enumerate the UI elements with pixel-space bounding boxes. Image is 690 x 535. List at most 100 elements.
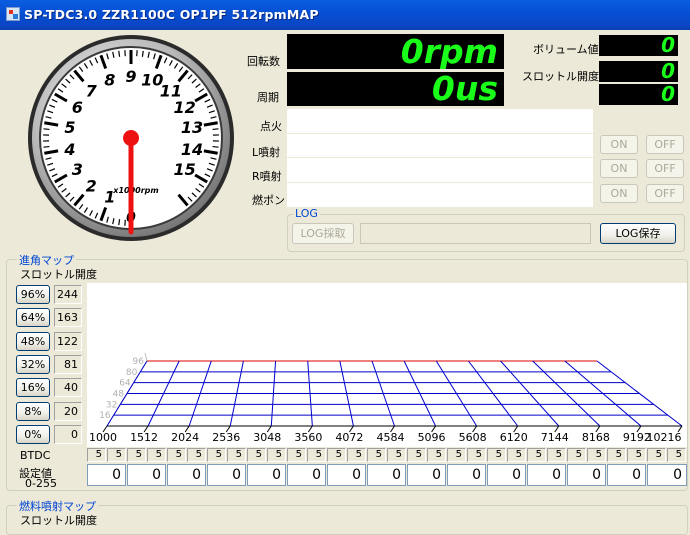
btdc-cell: 5 — [307, 448, 326, 462]
btdc-cell: 5 — [627, 448, 646, 462]
btdc-cell: 5 — [667, 448, 686, 462]
throttle-button[interactable]: 8% — [16, 402, 50, 421]
setting-input[interactable]: 0 — [327, 464, 366, 486]
chart-y-tick-label: 32 — [106, 400, 117, 410]
title-bar: SP-TDC3.0 ZZR1100C OP1PF 512rpmMAP — [0, 0, 690, 30]
setting-input[interactable]: 0 — [367, 464, 406, 486]
btdc-cell: 5 — [387, 448, 406, 462]
throttle-button[interactable]: 0% — [16, 425, 50, 444]
chart-x-tick-label: 1512 — [130, 431, 158, 444]
throttle-value: 81 — [54, 355, 82, 374]
left-injection-label: L噴射 — [252, 144, 280, 160]
throttle-button[interactable]: 16% — [16, 378, 50, 397]
fuel-pump-off-button[interactable]: OFF — [646, 184, 684, 203]
chart-x-tick-label: 1000 — [89, 431, 117, 444]
tachometer-gauge: 1234567891011121314150 x1000rpm — [24, 35, 236, 245]
throttle-display-2: 0 — [599, 84, 678, 105]
btdc-cell: 5 — [367, 448, 386, 462]
log-save-button[interactable]: LOG保存 — [600, 223, 676, 244]
throttle-value: 163 — [54, 308, 82, 327]
gauge-number: 5 — [64, 118, 75, 137]
btdc-cell: 5 — [227, 448, 246, 462]
throttle-value: 122 — [54, 332, 82, 351]
setting-input[interactable]: 0 — [527, 464, 566, 486]
gauge-number: 9 — [125, 67, 136, 86]
btdc-cell: 5 — [347, 448, 366, 462]
btdc-cell: 5 — [447, 448, 466, 462]
left-injection-field — [287, 134, 593, 157]
ignition-label: 点火 — [260, 118, 282, 134]
right-injection-label: R噴射 — [252, 168, 282, 184]
period-label: 周期 — [257, 89, 279, 105]
setting-input[interactable]: 0 — [447, 464, 486, 486]
btdc-cell: 5 — [327, 448, 346, 462]
setting-input[interactable]: 0 — [567, 464, 606, 486]
btdc-cell: 5 — [587, 448, 606, 462]
left-injection-on-button[interactable]: ON — [600, 135, 638, 154]
btdc-cell: 5 — [167, 448, 186, 462]
left-injection-off-button[interactable]: OFF — [646, 135, 684, 154]
throttle-button[interactable]: 32% — [16, 355, 50, 374]
btdc-cell: 5 — [247, 448, 266, 462]
fuel-map-group — [6, 505, 688, 535]
gauge-number: 3 — [72, 160, 83, 179]
btdc-cell: 5 — [607, 448, 626, 462]
chart-x-tick-label: 4072 — [335, 431, 363, 444]
gauge-number: 13 — [181, 118, 203, 137]
log-path-field[interactable] — [360, 223, 591, 244]
gauge-number: 2 — [86, 176, 97, 195]
throttle-value: 40 — [54, 378, 82, 397]
setting-input[interactable]: 0 — [287, 464, 326, 486]
setting-range-label: 0-255 — [25, 477, 57, 490]
gauge-unit: x1000rpm — [112, 186, 158, 195]
throttle-button[interactable]: 48% — [16, 332, 50, 351]
chart-x-tick-label: 5096 — [418, 431, 446, 444]
fuel-pump-on-button[interactable]: ON — [600, 184, 638, 203]
gauge-minor-tick — [142, 51, 143, 57]
btdc-cell: 5 — [187, 448, 206, 462]
chart-y-tick-label: 16 — [99, 411, 111, 421]
throttle-label: スロットル開度 — [522, 68, 599, 84]
btdc-cell: 5 — [547, 448, 566, 462]
period-display: 0us — [287, 72, 504, 106]
log-capture-button[interactable]: LOG採取 — [292, 223, 354, 244]
setting-input[interactable]: 0 — [487, 464, 526, 486]
throttle-display-1: 0 — [599, 61, 678, 82]
volume-label: ボリューム値 — [533, 41, 599, 57]
setting-input[interactable]: 0 — [207, 464, 246, 486]
throttle-value: 20 — [54, 402, 82, 421]
btdc-cell: 5 — [127, 448, 146, 462]
setting-input[interactable]: 0 — [127, 464, 166, 486]
gauge-minor-tick — [119, 51, 120, 57]
ignition-field — [287, 109, 593, 133]
right-injection-off-button[interactable]: OFF — [646, 159, 684, 178]
gauge-number: 6 — [72, 98, 83, 117]
right-injection-on-button[interactable]: ON — [600, 159, 638, 178]
gauge-minor-tick — [213, 147, 219, 148]
gauge-number: 14 — [181, 140, 203, 159]
btdc-cell: 5 — [507, 448, 526, 462]
chart-x-tick-label: 2024 — [171, 431, 199, 444]
app-icon[interactable] — [6, 7, 20, 21]
setting-input[interactable]: 0 — [87, 464, 126, 486]
chart-y-tick-label: 96 — [133, 357, 145, 367]
advance-throttle-header: スロットル開度 — [20, 266, 97, 282]
gauge-number: 12 — [174, 98, 196, 117]
throttle-button[interactable]: 96% — [16, 285, 50, 304]
btdc-cell: 5 — [107, 448, 126, 462]
window-title: SP-TDC3.0 ZZR1100C OP1PF 512rpmMAP — [24, 7, 319, 22]
setting-input[interactable]: 0 — [407, 464, 446, 486]
fuel-pump-field — [287, 183, 593, 207]
gauge-number: 8 — [104, 71, 115, 90]
chart-x-tick-label: 5608 — [459, 431, 487, 444]
chart-x-tick-label: 3048 — [253, 431, 281, 444]
setting-input[interactable]: 0 — [647, 464, 687, 486]
gauge-number: 7 — [86, 82, 98, 101]
btdc-cell: 5 — [407, 448, 426, 462]
setting-input[interactable]: 0 — [607, 464, 646, 486]
throttle-button[interactable]: 64% — [16, 308, 50, 327]
gauge-number: 4 — [63, 140, 75, 159]
setting-input[interactable]: 0 — [167, 464, 206, 486]
btdc-cell: 5 — [287, 448, 306, 462]
setting-input[interactable]: 0 — [247, 464, 286, 486]
